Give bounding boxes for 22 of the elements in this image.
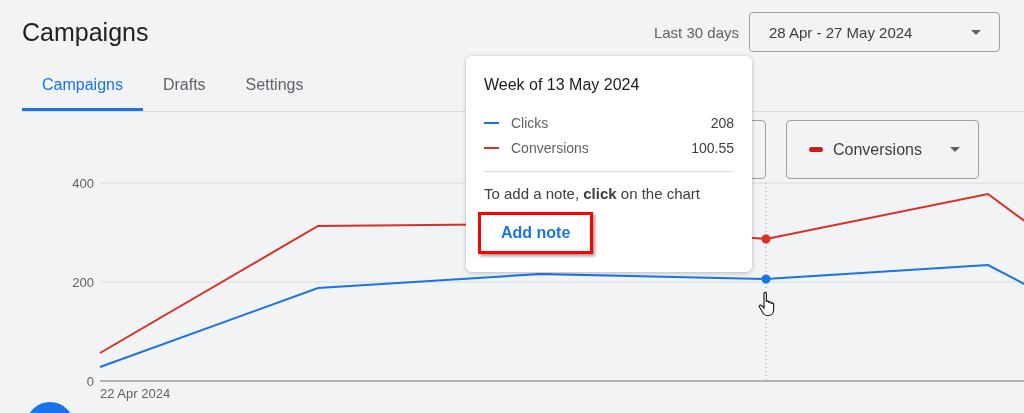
- page-title: Campaigns: [22, 17, 149, 47]
- tab[interactable]: Settings: [225, 64, 324, 111]
- date-range-label: Last 30 days: [653, 23, 739, 41]
- metric-value: 100.55: [691, 139, 734, 156]
- metric-value: 208: [710, 114, 734, 131]
- hover-point: [761, 234, 771, 244]
- axis-label: 22 Apr 2024: [100, 386, 171, 401]
- hint-text: To add a note, click on the chart: [484, 185, 701, 202]
- tooltip-title: Week of 13 May 2024: [484, 76, 641, 94]
- add-note-button[interactable]: Add note: [478, 212, 594, 254]
- tab[interactable]: Drafts: [142, 64, 226, 111]
- metric-label: Conversions: [511, 139, 590, 156]
- axis-label: 200: [72, 275, 94, 290]
- hover-point: [761, 274, 771, 284]
- caret-icon: [971, 29, 981, 35]
- axis-label: 0: [86, 374, 94, 389]
- axis-label: 400: [72, 177, 94, 191]
- tab[interactable]: Campaigns: [22, 64, 143, 111]
- metric-dropdown[interactable]: Conversions: [786, 120, 979, 179]
- metric-label: Clicks: [511, 114, 550, 131]
- date-range-dropdown[interactable]: 28 Apr - 27 May 2024: [749, 12, 1000, 52]
- caret-icon: [950, 147, 960, 152]
